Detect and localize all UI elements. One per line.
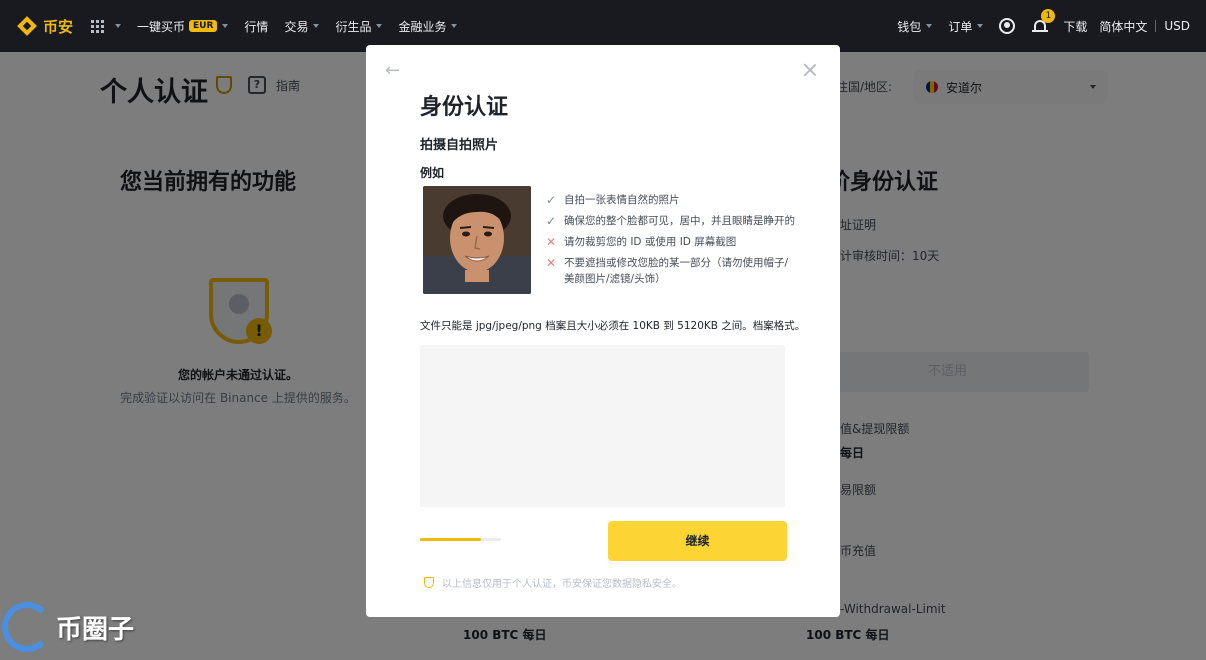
watermark-text: 币圈子 <box>56 614 135 645</box>
example-label: 例如 <box>420 166 445 180</box>
tip-text: 自拍一张表情自然的照片 <box>564 194 680 206</box>
nav-wallet-label: 钱包 <box>897 19 922 34</box>
tip-text: 不要遮挡或修改您脸的某一部分（请勿使用帽子/美颜图片/滤镜/头饰） <box>564 257 789 285</box>
nav-right: 钱包 订单 1 下载 简体中文 USD <box>897 9 1190 35</box>
apps-menu[interactable] <box>91 19 122 33</box>
chevron-down-icon <box>451 24 458 28</box>
modal-subtitle: 拍摄自拍照片 <box>420 138 499 153</box>
watermark-logo: 币圈子 <box>2 602 134 652</box>
tip-item: ✓ 自拍一张表情自然的照片 <box>546 192 796 208</box>
selfie-tips-list: ✓ 自拍一张表情自然的照片 ✓ 确保您的整个脸都可见，居中，并且眼睛是睁开的 ✕… <box>546 192 796 292</box>
nav-currency[interactable]: USD <box>1164 19 1190 33</box>
nav-buy-crypto[interactable]: 一键买币 EUR <box>137 18 229 35</box>
chevron-down-icon <box>977 24 984 28</box>
nav-markets[interactable]: 行情 <box>244 18 268 35</box>
nav-language[interactable]: 简体中文 <box>1099 18 1147 35</box>
checkmark-icon: ✓ <box>546 193 557 207</box>
selfie-upload-area[interactable] <box>420 345 785 507</box>
apps-grid-icon <box>91 19 105 33</box>
nav-orders[interactable]: 订单 <box>948 18 984 35</box>
back-arrow-icon[interactable]: ← <box>385 62 403 80</box>
cross-icon: ✕ <box>546 235 557 249</box>
shield-check-icon <box>424 577 434 588</box>
step-progress-bar <box>420 538 501 541</box>
close-icon[interactable] <box>802 62 818 78</box>
nav-trade[interactable]: 交易 <box>284 18 320 35</box>
binance-logo-icon <box>17 16 37 36</box>
notification-count-badge: 1 <box>1041 9 1056 23</box>
nav-wallet[interactable]: 钱包 <box>897 18 933 35</box>
nav-derivatives[interactable]: 衍生品 <box>335 18 383 35</box>
example-selfie-image <box>423 186 531 294</box>
privacy-note-text: 以上信息仅用于个人认证，币安保证您数据隐私安全。 <box>442 579 682 590</box>
binance-logo[interactable]: 币安 <box>17 16 74 37</box>
nav-orders-label: 订单 <box>948 19 973 34</box>
tip-item: ✕ 不要遮挡或修改您脸的某一部分（请勿使用帽子/美颜图片/滤镜/头饰） <box>546 255 796 287</box>
watermark-ring-icon <box>2 602 52 652</box>
chevron-down-icon <box>376 24 383 28</box>
nav-trade-label: 交易 <box>284 19 309 34</box>
nav-download[interactable]: 下载 <box>1063 18 1087 35</box>
nav-derivatives-label: 衍生品 <box>335 19 372 34</box>
notification-bell-icon[interactable]: 1 <box>1031 9 1056 35</box>
modal-title: 身份认证 <box>420 95 509 120</box>
chevron-down-icon <box>926 24 933 28</box>
cross-icon: ✕ <box>546 256 557 270</box>
user-profile-icon[interactable] <box>999 18 1016 34</box>
checkmark-icon: ✓ <box>546 214 557 228</box>
file-requirements-note: 文件只能是 jpg/jpeg/png 档案且大小必须在 10KB 到 5120K… <box>420 320 806 332</box>
nav-buy-crypto-label: 一键买币 <box>137 19 186 34</box>
privacy-note: 以上信息仅用于个人认证，币安保证您数据隐私安全。 <box>424 575 682 590</box>
chevron-down-icon <box>222 24 229 28</box>
tip-text: 请勿裁剪您的 ID 或使用 ID 屏幕截图 <box>564 236 737 248</box>
chevron-down-icon <box>115 24 122 28</box>
nav-finance-label: 金融业务 <box>398 19 447 34</box>
chevron-down-icon <box>313 24 320 28</box>
tip-item: ✓ 确保您的整个脸都可见，居中，并且眼睛是睁开的 <box>546 213 796 229</box>
nav-finance[interactable]: 金融业务 <box>398 18 458 35</box>
continue-button[interactable]: 继续 <box>608 521 787 561</box>
tip-text: 确保您的整个脸都可见，居中，并且眼睛是睁开的 <box>564 215 795 227</box>
tip-item: ✕ 请勿裁剪您的 ID 或使用 ID 屏幕截图 <box>546 234 796 250</box>
identity-verification-modal: ← 身份认证 拍摄自拍照片 例如 ✓ 自拍一张表情自然的照片 ✓ 确保您的整个脸… <box>366 45 840 617</box>
currency-badge: EUR <box>189 20 218 32</box>
step-progress-fill <box>420 538 481 541</box>
nav-markets-label: 行情 <box>244 19 269 34</box>
brand-name: 币安 <box>43 17 74 36</box>
divider <box>1155 20 1157 32</box>
